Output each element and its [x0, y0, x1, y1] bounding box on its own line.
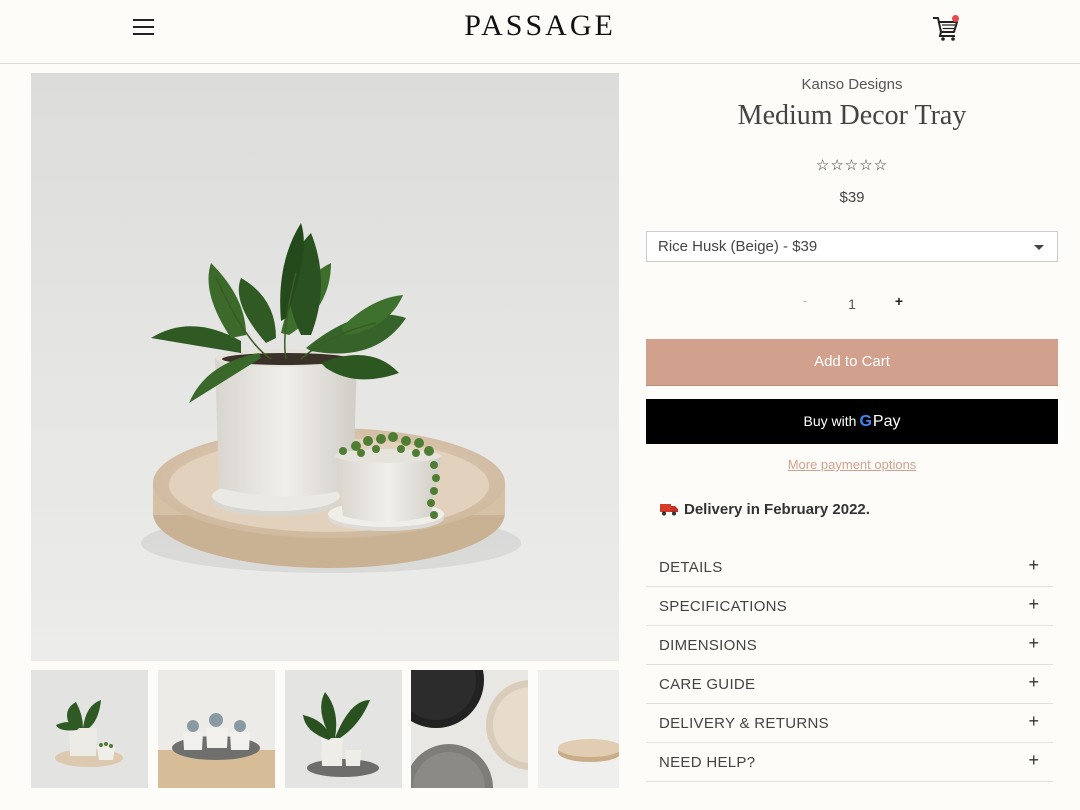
accordion-label: DETAILS	[659, 559, 723, 576]
plus-icon: +	[1028, 672, 1039, 692]
plus-icon: +	[1028, 555, 1039, 575]
plus-icon: +	[1028, 711, 1039, 731]
accordion-label: DIMENSIONS	[659, 637, 758, 654]
accordion-label: SPECIFICATIONS	[659, 598, 788, 615]
thumbnail-4[interactable]	[411, 670, 528, 788]
product-accordion: DETAILS + SPECIFICATIONS + DIMENSIONS + …	[646, 548, 1053, 782]
plus-icon: +	[1028, 750, 1039, 770]
accordion-details[interactable]: DETAILS +	[646, 548, 1053, 587]
main-product-image[interactable]	[31, 73, 619, 661]
accordion-dimensions[interactable]: DIMENSIONS +	[646, 626, 1053, 665]
accordion-specifications[interactable]: SPECIFICATIONS +	[646, 587, 1053, 626]
thumbnail-3[interactable]	[285, 670, 402, 788]
chevron-down-icon	[1034, 245, 1044, 250]
quantity-decrease-button[interactable]: -	[795, 292, 815, 308]
buy-with-gpay-button[interactable]: Buy with GPay	[646, 399, 1058, 444]
accordion-label: CARE GUIDE	[659, 676, 756, 693]
accordion-need-help[interactable]: NEED HELP? +	[646, 743, 1053, 782]
add-to-cart-button[interactable]: Add to Cart	[646, 339, 1058, 386]
accordion-label: NEED HELP?	[659, 754, 756, 771]
delivery-truck-icon	[660, 502, 678, 516]
accordion-delivery-returns[interactable]: DELIVERY & RETURNS +	[646, 704, 1053, 743]
site-logo[interactable]: PASSAGE	[0, 9, 1080, 43]
product-title: Medium Decor Tray	[737, 100, 967, 131]
gpay-pay-label: Pay	[872, 413, 901, 430]
more-payment-options-link[interactable]: More payment options	[646, 457, 1058, 472]
thumbnail-2[interactable]	[158, 670, 275, 788]
thumbnail-strip	[31, 670, 619, 788]
site-header: PASSAGE	[0, 0, 1080, 64]
rating-stars[interactable]: ☆☆☆☆☆	[646, 156, 1058, 174]
cart-badge	[952, 15, 959, 22]
gpay-buy-with-label: Buy with	[803, 413, 857, 429]
plus-icon: +	[1028, 594, 1039, 614]
delivery-text: Delivery in February 2022.	[684, 501, 870, 518]
accordion-label: DELIVERY & RETURNS	[659, 715, 829, 732]
delivery-notice: Delivery in February 2022.	[660, 501, 870, 518]
shopping-cart-icon[interactable]	[930, 12, 962, 44]
quantity-value[interactable]: 1	[842, 296, 862, 312]
product-price: $39	[839, 189, 865, 206]
variant-select[interactable]: Rice Husk (Beige) - $39	[646, 231, 1058, 262]
google-g-icon: G	[859, 413, 872, 430]
thumbnail-1[interactable]	[31, 670, 148, 788]
thumbnail-5[interactable]	[538, 670, 619, 788]
product-brand[interactable]: Kanso Designs	[646, 76, 1058, 93]
plus-icon: +	[1028, 633, 1039, 653]
quantity-increase-button[interactable]: +	[889, 293, 909, 309]
variant-selected-value: Rice Husk (Beige) - $39	[658, 238, 818, 255]
accordion-care-guide[interactable]: CARE GUIDE +	[646, 665, 1053, 704]
